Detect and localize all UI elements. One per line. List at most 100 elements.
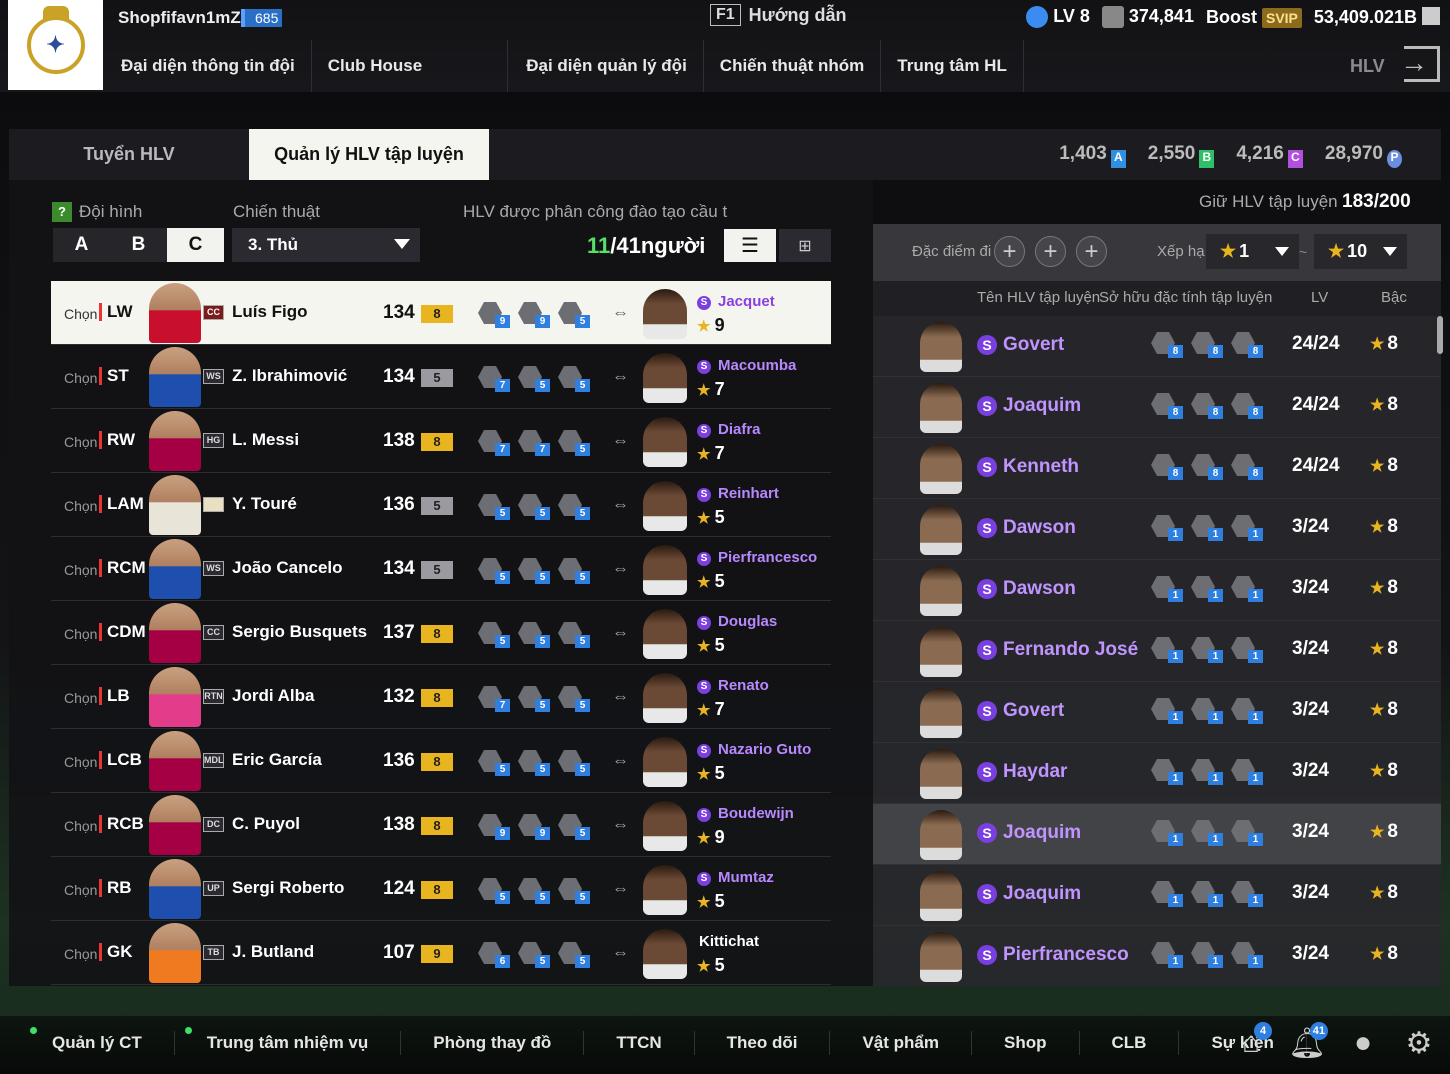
coach-star: ★ 7	[697, 443, 725, 464]
trait-icon: 1	[1149, 940, 1183, 968]
coach-row[interactable]: S Joaquim 1 1 1 3/24 ★ 8	[873, 865, 1441, 926]
tab-recruit-coach[interactable]: Tuyển HLV	[9, 129, 249, 180]
mail-icon[interactable]: ⌂ 4	[1232, 1022, 1272, 1062]
bottom-nav-label: TTCN	[616, 1033, 662, 1052]
coach-avatar	[920, 932, 962, 982]
nav-item[interactable]: Chiến thuật nhóm	[704, 40, 882, 92]
player-name: Jordi Alba	[232, 686, 315, 705]
player-row[interactable]: Chọn RCB DC C. Puyol 138 8 9 9 5 ⇔ S Boudewijn ★ 9	[51, 793, 831, 857]
player-row[interactable]: Chọn RCM WS João Cancelo 134 5 5 5 5 ⇔ S Pierfrance…	[51, 537, 831, 601]
player-row[interactable]: Chọn RB UP Sergi Roberto 124 8 5 5 5 ⇔ S Mumtaz ★ 5	[51, 857, 831, 921]
exit-icon[interactable]	[1400, 46, 1440, 82]
balance-text: 53,409.021B	[1313, 6, 1417, 27]
bottom-nav-item[interactable]: Shop	[972, 1031, 1080, 1055]
scrollbar[interactable]	[1437, 316, 1443, 354]
coach-row[interactable]: S Govert 1 1 1 3/24 ★ 8	[873, 682, 1441, 743]
coach-rank: ★ 8	[1370, 638, 1398, 660]
season-badge-icon: MDL	[203, 753, 224, 768]
link-icon[interactable]: ⇔	[612, 623, 629, 643]
coach-name: Pierfrancesco	[1003, 944, 1129, 965]
bottom-nav-item[interactable]: Trung tâm nhiệm vụ	[175, 1027, 402, 1055]
tab-manage-coach[interactable]: Quản lý HLV tập luyện	[249, 129, 489, 180]
pitch-view-icon[interactable]: ⊞	[779, 229, 831, 262]
bell-icon[interactable]: 🔔︎ 41	[1288, 1022, 1328, 1062]
notification-dot	[30, 1027, 37, 1034]
rank-to-dropdown[interactable]: ★ 10	[1314, 234, 1407, 269]
boost-display[interactable]: Boost SVIP	[1206, 7, 1302, 28]
trait-icons: 1 1 1	[1149, 574, 1263, 602]
player-row[interactable]: Chọn CDM CC Sergio Busquets 137 8 5 5 5 ⇔ S Douglas…	[51, 601, 831, 665]
nav-item[interactable]: Club House	[312, 40, 509, 92]
nav-item[interactable]: Đại diện quản lý đội	[508, 40, 704, 92]
bottom-nav-item[interactable]: Quản lý CT	[20, 1027, 175, 1055]
help-icon[interactable]: ?	[52, 202, 72, 222]
balance-add-icon[interactable]	[1422, 6, 1440, 25]
bottom-nav-item[interactable]: Theo dõi	[695, 1031, 831, 1055]
trait-icon: 1	[1189, 879, 1223, 907]
choose-label: Chọn	[64, 754, 98, 770]
link-icon[interactable]: ⇔	[612, 815, 629, 835]
list-view-icon[interactable]: ☰	[724, 229, 776, 262]
coach-row[interactable]: S Fernando José 1 1 1 3/24 ★ 8	[873, 621, 1441, 682]
link-icon[interactable]: ⇔	[612, 367, 629, 387]
coach-level: 3/24	[1292, 943, 1329, 964]
formation-option-b[interactable]: B	[110, 228, 167, 262]
player-row[interactable]: Chọn ST WS Z. Ibrahimović 134 5 7 5 5 ⇔ S Macoumba ★…	[51, 345, 831, 409]
player-row[interactable]: Chọn LW CC Luís Figo 134 8 9 9 5 ⇔ S Jacquet ★ 9	[51, 281, 831, 345]
player-row[interactable]: Chọn GK TB J. Butland 107 9 6 5 5 ⇔ Kittichat ★ 5	[51, 921, 831, 985]
nav-item[interactable]: Trung tâm HL	[881, 40, 1024, 92]
bottom-nav-item[interactable]: Vật phẩm	[830, 1031, 972, 1055]
player-row[interactable]: Chọn LB RTN Jordi Alba 132 8 7 5 5 ⇔ S Renato ★ 7	[51, 665, 831, 729]
coach-row[interactable]: S Dawson 1 1 1 3/24 ★ 8	[873, 499, 1441, 560]
tactic-dropdown[interactable]: 3. Thủ	[232, 228, 420, 262]
coach-level: 24/24	[1292, 333, 1340, 354]
col-coach-lv[interactable]: LV	[1311, 289, 1328, 306]
choose-label: Chọn	[64, 626, 98, 642]
bottom-nav-item[interactable]: Phòng thay đồ	[401, 1031, 585, 1055]
player-row[interactable]: Chọn LCB MDL Eric García 136 8 5 5 5 ⇔ S Nazario Gu…	[51, 729, 831, 793]
link-icon[interactable]: ⇔	[612, 495, 629, 515]
currency-item: 1,403 A	[1059, 143, 1126, 168]
link-icon[interactable]: ⇔	[612, 559, 629, 579]
coach-rank: ★ 8	[1370, 394, 1398, 416]
coach-row[interactable]: S Pierfrancesco 1 1 1 3/24 ★ 8	[873, 926, 1441, 986]
coach-row[interactable]: S Govert 8 8 8 24/24 ★ 8	[873, 316, 1441, 377]
player-avatar	[149, 347, 201, 407]
guide-button[interactable]: F1 Hướng dẫn	[710, 4, 847, 26]
bell-badge: 41	[1309, 1022, 1328, 1040]
bottom-nav-item[interactable]: TTCN	[584, 1031, 695, 1055]
add-trait-filter-button[interactable]: +	[1035, 236, 1066, 267]
rank-from-dropdown[interactable]: ★ 1	[1206, 234, 1299, 269]
col-coach-traits[interactable]: Sở hữu đặc tính tập luyện	[1099, 289, 1272, 306]
player-ovr: 134	[383, 558, 415, 579]
coach-name: Govert	[1003, 334, 1065, 355]
formation-option-a[interactable]: A	[53, 228, 110, 262]
trait-icon: 1	[1189, 574, 1223, 602]
link-icon[interactable]: ⇔	[612, 751, 629, 771]
nav-item[interactable]: Đại diện thông tin đội	[105, 40, 312, 92]
player-name: Y. Touré	[232, 494, 297, 513]
link-icon[interactable]: ⇔	[612, 303, 629, 323]
link-icon[interactable]: ⇔	[612, 431, 629, 451]
club-logo[interactable]: ✦	[8, 0, 103, 90]
coach-row[interactable]: S Dawson 1 1 1 3/24 ★ 8	[873, 560, 1441, 621]
coach-row[interactable]: S Joaquim 1 1 1 3/24 ★ 8	[873, 804, 1441, 865]
coach-row[interactable]: S Kenneth 8 8 8 24/24 ★ 8	[873, 438, 1441, 499]
link-icon[interactable]: ⇔	[612, 687, 629, 707]
profile-icon[interactable]: ●	[1344, 1024, 1382, 1062]
coach-avatar	[643, 545, 687, 595]
link-icon[interactable]: ⇔	[612, 879, 629, 899]
trait-level: 7	[495, 699, 510, 712]
coach-row[interactable]: S Joaquim 8 8 8 24/24 ★ 8	[873, 377, 1441, 438]
player-row[interactable]: Chọn LAM Y. Touré 136 5 5 5 5 ⇔ S Reinhart ★ 5	[51, 473, 831, 537]
col-coach-rank[interactable]: Bậc	[1381, 289, 1407, 306]
link-icon[interactable]: ⇔	[612, 943, 629, 963]
add-trait-filter-button[interactable]: +	[994, 236, 1025, 267]
coach-row[interactable]: S Haydar 1 1 1 3/24 ★ 8	[873, 743, 1441, 804]
formation-option-c[interactable]: C	[167, 228, 224, 262]
player-row[interactable]: Chọn RW HG L. Messi 138 8 7 7 5 ⇔ S Diafra ★ 7	[51, 409, 831, 473]
col-coach-name[interactable]: Tên HLV tập luyện	[977, 289, 1100, 306]
bottom-nav-item[interactable]: CLB	[1080, 1031, 1180, 1055]
add-trait-filter-button[interactable]: +	[1076, 236, 1107, 267]
settings-gear-icon[interactable]: ⚙	[1400, 1024, 1438, 1062]
